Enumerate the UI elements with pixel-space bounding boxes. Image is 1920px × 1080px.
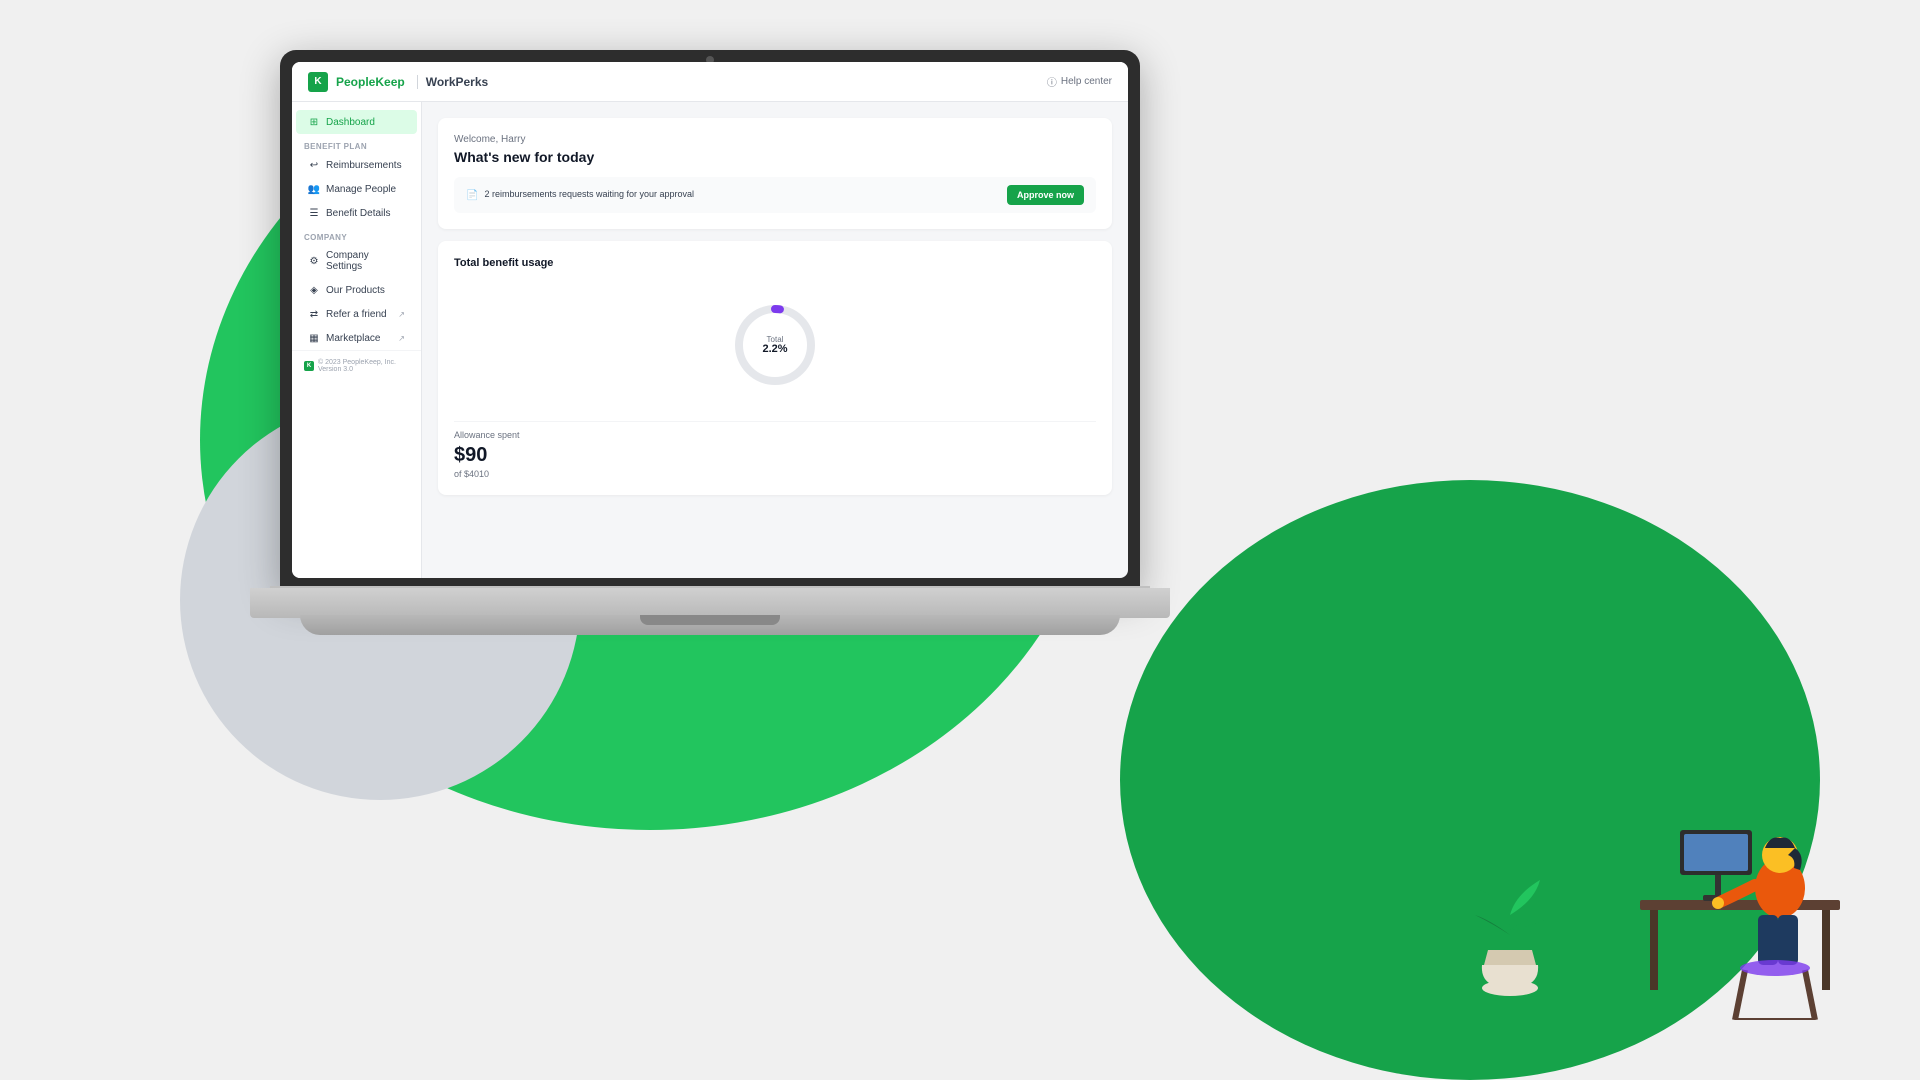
footer-copyright: © 2023 PeopleKeep, Inc.: [318, 359, 396, 366]
donut-chart-svg: Total 2.2%: [730, 300, 820, 390]
benefit-details-icon: ☰: [308, 207, 320, 219]
sidebar-item-manage-people[interactable]: 👥 Manage People: [296, 177, 417, 201]
sidebar-label-benefit-details: Benefit Details: [326, 208, 390, 219]
laptop-notch: [640, 615, 780, 625]
help-center-label: Help center: [1061, 76, 1112, 87]
logo-brand: PeopleKeep: [336, 75, 405, 89]
sidebar-label-refer-friend: Refer a friend: [326, 309, 387, 320]
laptop-wrapper: K PeopleKeep WorkPerks ⓘ Help center: [250, 50, 1170, 670]
main-content: Welcome, Harry What's new for today 📄 2 …: [422, 102, 1128, 578]
sidebar-footer: K © 2023 PeopleKeep, Inc. Version 3.0: [292, 350, 421, 381]
top-nav: K PeopleKeep WorkPerks ⓘ Help center: [292, 62, 1128, 102]
allowance-label: Allowance spent: [454, 430, 1096, 440]
benefit-usage-card: Total benefit usage Total 2.2%: [438, 241, 1112, 495]
sidebar-label-manage-people: Manage People: [326, 184, 396, 195]
product-name: WorkPerks: [417, 75, 488, 89]
logo-brand-plain: Keep: [375, 75, 404, 89]
footer-version: Version 3.0: [318, 366, 396, 373]
approve-now-button[interactable]: Approve now: [1007, 185, 1084, 205]
sidebar-label-marketplace: Marketplace: [326, 333, 380, 344]
settings-icon: ⚙: [308, 255, 320, 267]
logo-mark: K: [308, 72, 328, 92]
reimbursements-icon: ↩: [308, 159, 320, 171]
plant-illustration: [1460, 870, 1560, 1000]
sidebar-label-reimbursements: Reimbursements: [326, 160, 402, 171]
benefit-usage-title: Total benefit usage: [454, 257, 1096, 269]
sidebar-label-company-settings: Company Settings: [326, 250, 405, 272]
notification-message: 2 reimbursements requests waiting for yo…: [484, 189, 694, 199]
document-icon: 📄: [466, 190, 478, 201]
notification-text-container: 📄 2 reimbursements requests waiting for …: [466, 189, 694, 201]
nav-logo: K PeopleKeep WorkPerks: [308, 72, 488, 92]
question-icon: ⓘ: [1047, 74, 1057, 89]
products-icon: ◈: [308, 284, 320, 296]
help-center-link[interactable]: ⓘ Help center: [1047, 74, 1112, 89]
dashboard-icon: ⊞: [308, 116, 320, 128]
sidebar-section-company: COMPANY: [292, 225, 421, 244]
sidebar-item-dashboard[interactable]: ⊞ Dashboard: [296, 110, 417, 134]
sidebar-item-reimbursements[interactable]: ↩ Reimbursements: [296, 153, 417, 177]
laptop-base: [250, 588, 1170, 618]
sidebar-item-refer-friend[interactable]: ⇄ Refer a friend ↗: [296, 302, 417, 326]
donut-value-text: 2.2%: [762, 343, 787, 355]
sidebar-item-company-settings[interactable]: ⚙ Company Settings: [296, 244, 417, 278]
laptop-screen-inner: K PeopleKeep WorkPerks ⓘ Help center: [292, 62, 1128, 578]
app-body: ⊞ Dashboard BENEFIT PLAN ↩ Reimbursement…: [292, 102, 1128, 578]
welcome-greeting: Welcome, Harry: [454, 134, 1096, 145]
footer-logo: K: [304, 361, 314, 371]
app-container: K PeopleKeep WorkPerks ⓘ Help center: [292, 62, 1128, 578]
allowance-total: of $4010: [454, 469, 1096, 479]
allowance-amount: $90: [454, 444, 1096, 467]
welcome-card: Welcome, Harry What's new for today 📄 2 …: [438, 118, 1112, 229]
sidebar-item-our-products[interactable]: ◈ Our Products: [296, 278, 417, 302]
marketplace-icon: ▦: [308, 332, 320, 344]
sidebar-label-our-products: Our Products: [326, 285, 385, 296]
sidebar-item-marketplace[interactable]: ▦ Marketplace ↗: [296, 326, 417, 350]
refer-icon: ⇄: [308, 308, 320, 320]
laptop-screen: K PeopleKeep WorkPerks ⓘ Help center: [280, 50, 1140, 590]
notification-row: 📄 2 reimbursements requests waiting for …: [454, 177, 1096, 213]
sidebar: ⊞ Dashboard BENEFIT PLAN ↩ Reimbursement…: [292, 102, 422, 578]
sidebar-label-dashboard: Dashboard: [326, 117, 375, 128]
external-link-icon-2: ↗: [398, 334, 405, 343]
person-desk-illustration: [1560, 740, 1840, 1020]
donut-chart-container: Total 2.2%: [454, 285, 1096, 405]
logo-brand-colored: People: [336, 75, 375, 89]
welcome-title: What's new for today: [454, 149, 1096, 165]
sidebar-item-benefit-details[interactable]: ☰ Benefit Details: [296, 201, 417, 225]
external-link-icon: ↗: [398, 310, 405, 319]
people-icon: 👥: [308, 183, 320, 195]
sidebar-section-benefit-plan: BENEFIT PLAN: [292, 134, 421, 153]
allowance-info: Allowance spent $90 of $4010: [454, 421, 1096, 479]
